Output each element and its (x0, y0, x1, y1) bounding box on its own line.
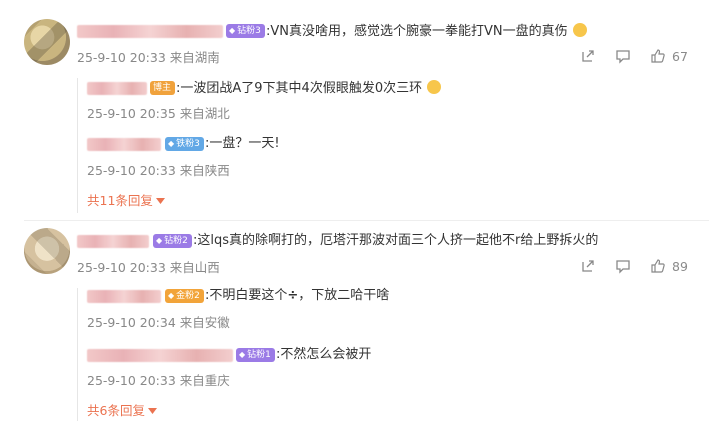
diamond-icon: ◆ (156, 236, 163, 245)
reply-thread-line (77, 288, 78, 421)
username-blurred[interactable] (87, 290, 161, 303)
location: 来自重庆 (179, 373, 230, 388)
comment-icon (616, 50, 630, 64)
reply-meta: 25-9-10 20:34 来自安徽 (87, 315, 230, 331)
timestamp: 25-9-10 20:35 (87, 106, 176, 121)
timestamp: 25-9-10 20:33 (77, 260, 166, 275)
diamond-icon: ◆ (239, 350, 246, 359)
diamond-icon: ◆ (168, 139, 175, 148)
username-blurred[interactable] (87, 349, 233, 362)
username-blurred[interactable] (77, 25, 223, 38)
fan-badge[interactable]: ◆ 钻粉3 (226, 24, 265, 38)
caret-down-icon (147, 408, 157, 414)
timestamp: 25-9-10 20:33 (87, 163, 176, 178)
reply-meta: 25-9-10 20:33 来自重庆 (87, 373, 230, 389)
divide-symbol: ÷ (287, 288, 299, 303)
comment-text: :这lqs真的除啊打的，厄塔汗那波对面三个人挤一起他不r给上野拆火的 (193, 233, 599, 248)
reply-text: :一波团战A了9下其中4次假眼触发0次三环 (176, 80, 442, 97)
comment-button[interactable] (615, 258, 631, 274)
fan-badge[interactable]: ◆ 铁粉3 (165, 137, 204, 151)
avatar[interactable] (24, 228, 70, 274)
share-button[interactable] (580, 258, 596, 274)
reply-meta: 25-9-10 20:35 来自湖北 (87, 106, 230, 122)
fan-badge[interactable]: ◆ 钻粉1 (236, 348, 275, 362)
location: 来自安徽 (179, 315, 230, 330)
reply-meta: 25-9-10 20:33 来自陕西 (87, 163, 230, 179)
timestamp: 25-9-10 20:33 (77, 50, 166, 65)
location: 来自陕西 (179, 163, 230, 178)
comment-meta: 25-9-10 20:33 来自山西 (77, 260, 220, 276)
location: 来自湖北 (179, 106, 230, 121)
like-button[interactable]: 89 (650, 258, 688, 274)
username-blurred[interactable] (77, 235, 149, 248)
reply-thread-line (77, 78, 78, 213)
fan-badge[interactable]: ◆ 钻粉2 (153, 234, 192, 248)
timestamp: 25-9-10 20:34 (87, 315, 176, 330)
like-count: 67 (672, 48, 688, 64)
comment-text: :VN真没啥用，感觉选个腕豪一拳能打VN一盘的真伤 (266, 23, 587, 40)
crying-face-icon (427, 80, 442, 94)
like-count: 89 (672, 258, 688, 274)
like-button[interactable]: 67 (650, 48, 688, 64)
caret-down-icon (155, 198, 165, 204)
gold-fan-badge[interactable]: ◆ 金粉2 (165, 289, 204, 303)
username-blurred[interactable] (87, 138, 161, 151)
divider (24, 220, 709, 221)
comment-button[interactable] (615, 48, 631, 64)
share-button[interactable] (580, 48, 596, 64)
thumbs-up-icon (651, 49, 665, 63)
thumbs-up-icon (651, 259, 665, 273)
blogger-badge[interactable]: 博主 (150, 81, 176, 95)
comment-icon (616, 260, 630, 274)
location: 来自湖南 (169, 50, 220, 65)
reply-text: :不明白要这个÷，下放二哈干啥 (205, 288, 390, 303)
comment-meta: 25-9-10 20:33 来自湖南 (77, 50, 220, 66)
view-all-replies-link[interactable]: 共6条回复 (87, 403, 157, 419)
username-blurred[interactable] (87, 82, 147, 95)
diamond-icon: ◆ (168, 291, 175, 300)
diamond-icon: ◆ (229, 26, 236, 35)
reply-text: :不然怎么会被开 (276, 347, 372, 362)
avatar[interactable] (24, 19, 70, 65)
timestamp: 25-9-10 20:33 (87, 373, 176, 388)
location: 来自山西 (169, 260, 220, 275)
reply-text: :一盘？一天! (205, 136, 280, 151)
share-icon (582, 50, 594, 62)
view-all-replies-link[interactable]: 共11条回复 (87, 193, 165, 209)
cat-face-icon (572, 23, 587, 37)
share-icon (582, 260, 594, 272)
